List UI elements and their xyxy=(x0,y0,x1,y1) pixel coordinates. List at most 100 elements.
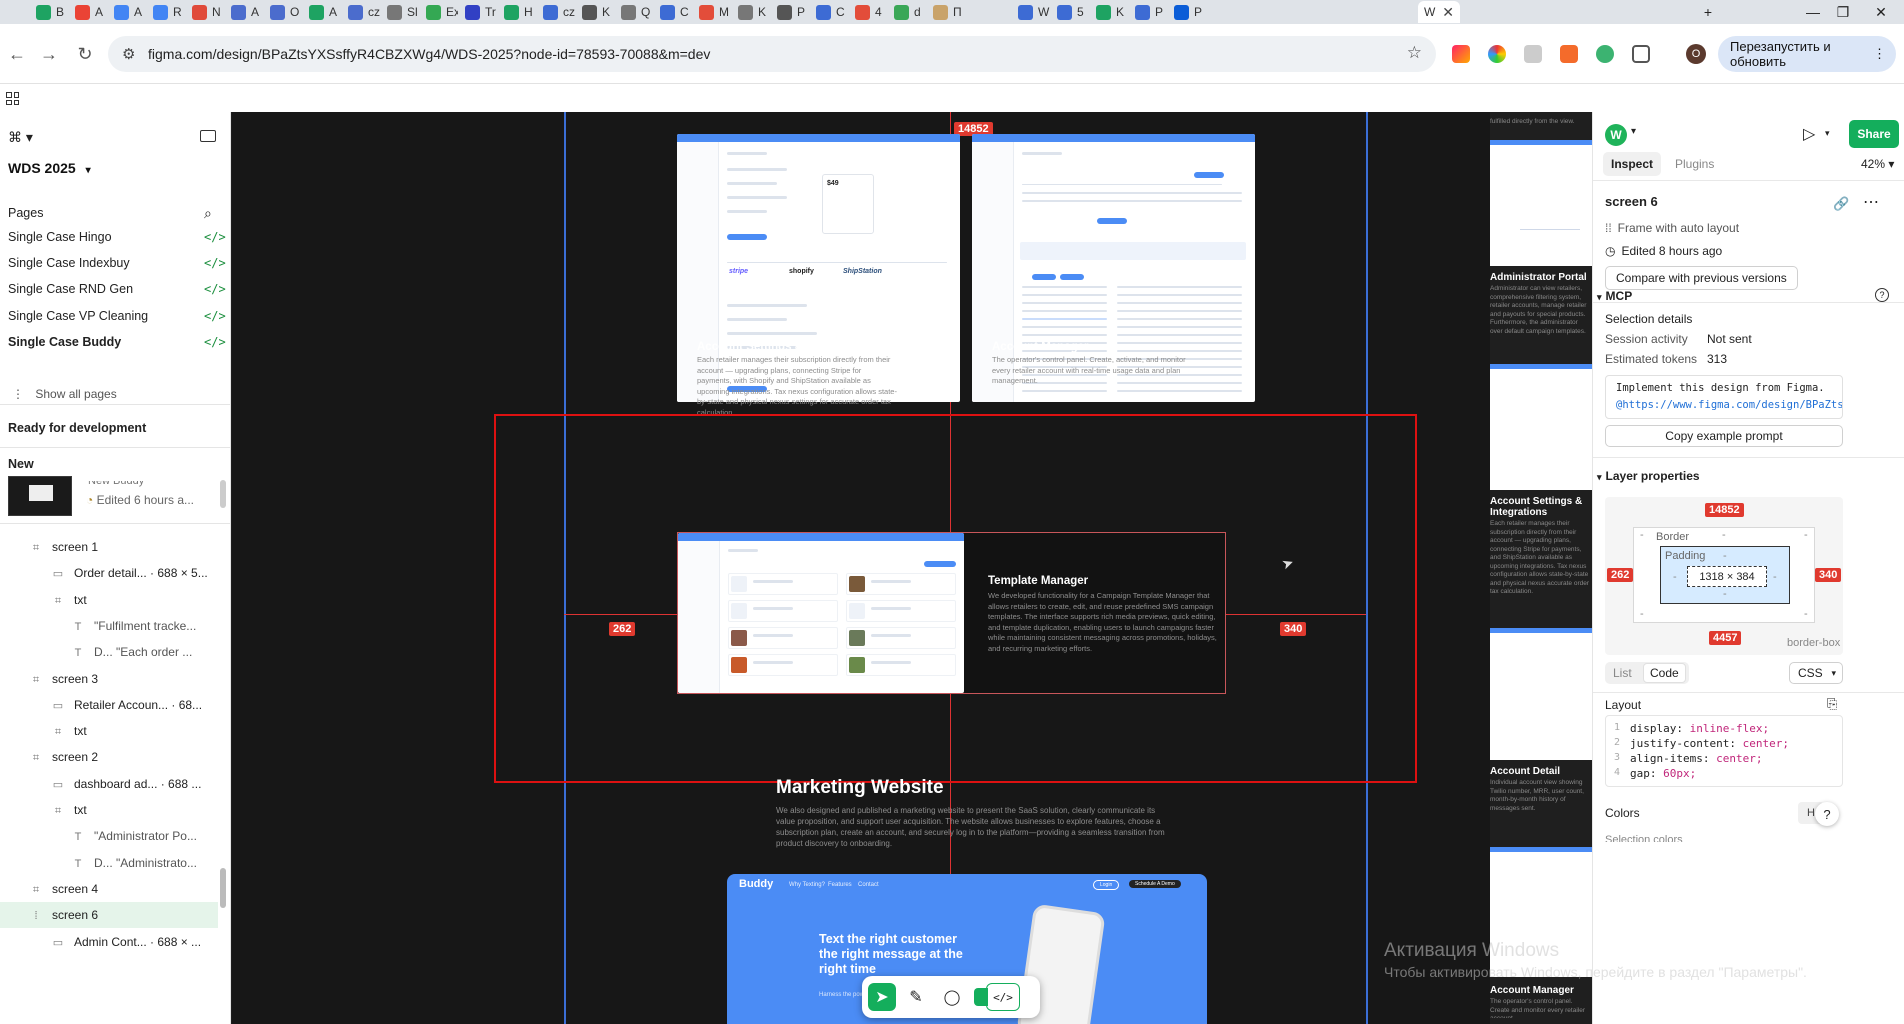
layer-row[interactable]: T "Administrator Po... xyxy=(72,829,218,843)
file-name[interactable]: WDS 2025 ▾ xyxy=(8,160,91,176)
view-code-tab[interactable]: Code xyxy=(1643,663,1686,683)
browser-tab[interactable]: C xyxy=(810,1,848,23)
layer-row[interactable]: ⌗ screen 3 xyxy=(30,672,218,687)
tab-plugins[interactable]: Plugins xyxy=(1675,157,1714,171)
copy-code-icon[interactable]: ⎘ xyxy=(1827,696,1837,712)
thumb-account-settings[interactable] xyxy=(1490,364,1592,490)
user-avatar[interactable]: W xyxy=(1605,124,1627,146)
layer-properties-section[interactable]: ▾ Layer properties xyxy=(1597,469,1700,483)
browser-tab[interactable]: d xyxy=(888,1,926,23)
pen-tool-icon[interactable]: ✎ xyxy=(902,983,930,1011)
avatar-chevron-icon[interactable]: ▾ xyxy=(1631,126,1636,137)
css-code-block[interactable]: 1 display: inline-flex; 2 justify-content: … xyxy=(1605,715,1843,787)
thumb-admin-portal[interactable] xyxy=(1490,140,1592,266)
toggle-sidebar-icon[interactable] xyxy=(200,130,216,142)
layer-row[interactable]: ⌗ screen 2 xyxy=(30,750,218,765)
browser-tab[interactable]: 5 xyxy=(1051,1,1089,23)
browser-tab[interactable]: K xyxy=(576,1,614,23)
browser-tab[interactable]: P xyxy=(1168,1,1206,23)
layer-row[interactable]: ▭ Admin Cont... · 688 × ... xyxy=(52,935,218,949)
address-bar[interactable]: ⚙ figma.com/design/BPaZtsYXSsffyR4CBZXWg… xyxy=(108,36,1436,72)
figma-menu-icon[interactable]: ⌘ ▾ xyxy=(8,129,33,146)
layer-row[interactable]: ⌗ screen 4 xyxy=(30,882,218,897)
active-tab[interactable]: W ✕ xyxy=(1418,1,1460,23)
comment-tool-icon[interactable]: ◯ xyxy=(938,983,966,1011)
thumb-account-detail[interactable] xyxy=(1490,628,1592,760)
browser-tab[interactable]: R xyxy=(147,1,185,23)
browser-tab[interactable]: P xyxy=(1129,1,1167,23)
back-icon[interactable]: ← xyxy=(4,41,30,67)
prompt-link[interactable]: @https://www.figma.com/design/BPaZtsYX..… xyxy=(1616,399,1842,411)
search-pages-icon[interactable]: ⌕ xyxy=(204,205,212,222)
browser-tab[interactable]: K xyxy=(732,1,770,23)
present-chevron-icon[interactable]: ▾ xyxy=(1825,128,1830,139)
browser-tab[interactable]: O xyxy=(264,1,302,23)
page-item[interactable]: Single Case VP Cleaning xyxy=(8,309,148,323)
extension-icon-2[interactable] xyxy=(1488,45,1506,63)
template-manager-block[interactable]: Template Manager We developed functional… xyxy=(677,532,1226,694)
more-menu-icon[interactable]: ⋮ xyxy=(1873,46,1886,62)
more-options-icon[interactable]: ⋯ xyxy=(1863,192,1879,212)
extension-icon-3[interactable] xyxy=(1524,45,1542,63)
profile-avatar[interactable]: O xyxy=(1686,44,1706,64)
browser-tab[interactable]: M xyxy=(693,1,731,23)
zoom-level[interactable]: 42% ▾ xyxy=(1861,157,1894,171)
site-nav-1[interactable]: Features xyxy=(828,882,852,888)
compare-versions-button[interactable]: Compare with previous versions xyxy=(1605,266,1798,290)
browser-tab[interactable]: W xyxy=(1012,1,1050,23)
copy-link-icon[interactable]: 🔗 xyxy=(1833,196,1849,212)
layer-row[interactable]: ▭ Retailer Accoun... · 68... xyxy=(52,698,218,712)
mcp-help-icon[interactable]: ? xyxy=(1875,288,1889,302)
template-manager-mock[interactable] xyxy=(678,533,964,693)
file-menu-chevron-icon[interactable]: ▾ xyxy=(86,165,91,176)
copy-prompt-button[interactable]: Copy example prompt xyxy=(1605,425,1843,447)
present-play-icon[interactable]: ▷ xyxy=(1803,124,1815,144)
layer-row[interactable]: ⌗ txt xyxy=(52,803,218,818)
browser-tab[interactable]: cz xyxy=(342,1,380,23)
mcp-section[interactable]: ▾ MCP xyxy=(1597,289,1632,303)
browser-tab[interactable]: B xyxy=(30,1,68,23)
prompt-box[interactable]: Implement this design from Figma. @https… xyxy=(1605,375,1843,419)
extension-icon-5[interactable] xyxy=(1596,45,1614,63)
browser-tab[interactable]: 4 xyxy=(849,1,887,23)
site-demo-button[interactable]: Schedule A Demo xyxy=(1129,880,1181,888)
view-list-tab[interactable]: List xyxy=(1613,666,1632,680)
show-all-pages[interactable]: ⋮ Show all pages xyxy=(12,387,117,401)
layer-row[interactable]: T D... "Each order ... xyxy=(72,645,218,659)
browser-tab[interactable]: K xyxy=(1090,1,1128,23)
recent-frame-thumbnail[interactable] xyxy=(8,476,72,516)
design-canvas[interactable]: 14852 $49 stripe shopify ShipStation Acc… xyxy=(232,112,1490,1024)
extension-icon-1[interactable] xyxy=(1452,45,1470,63)
language-select[interactable]: CSS ▾ xyxy=(1789,662,1843,684)
browser-tab[interactable]: C xyxy=(654,1,692,23)
layer-row[interactable]: T D... "Administrato... xyxy=(72,856,218,870)
browser-tab[interactable]: Ex xyxy=(420,1,458,23)
scrollbar-thumb[interactable] xyxy=(220,480,226,508)
share-button[interactable]: Share xyxy=(1849,120,1899,148)
site-info-icon[interactable]: ⚙ xyxy=(122,45,135,63)
browser-tab[interactable]: Tr xyxy=(459,1,497,23)
page-item[interactable]: Single Case RND Gen xyxy=(8,282,133,296)
page-item[interactable]: Single Case Buddy xyxy=(8,335,121,349)
layer-row[interactable]: ▭ Order detail... · 688 × 5... xyxy=(52,566,218,580)
browser-tab[interactable]: N xyxy=(186,1,224,23)
page-item[interactable]: Single Case Indexbuy xyxy=(8,256,130,270)
layer-row[interactable]: ⌗ txt xyxy=(52,724,218,739)
site-login-button[interactable]: Login xyxy=(1093,880,1120,890)
layer-row[interactable]: T "Fulfilment tracke... xyxy=(72,619,218,633)
browser-tab[interactable]: A xyxy=(225,1,263,23)
site-nav-2[interactable]: Contact xyxy=(858,882,879,888)
browser-tab[interactable]: A xyxy=(108,1,146,23)
apps-grid-icon[interactable] xyxy=(6,92,19,105)
move-tool-icon[interactable]: ➤ xyxy=(868,983,896,1011)
layer-row[interactable]: ⁞ screen 6 xyxy=(30,908,218,922)
extension-icon-4[interactable] xyxy=(1560,45,1578,63)
reload-icon[interactable]: ↻ xyxy=(72,41,98,67)
browser-tab[interactable]: Q xyxy=(615,1,653,23)
close-tab-icon[interactable]: ✕ xyxy=(1442,4,1454,21)
layer-row[interactable]: ⌗ txt xyxy=(52,593,218,608)
extensions-puzzle-icon[interactable] xyxy=(1632,45,1650,63)
browser-tab[interactable]: cz xyxy=(537,1,575,23)
site-nav-0[interactable]: Why Texting? xyxy=(789,882,825,888)
help-button[interactable]: ? xyxy=(1815,802,1839,826)
